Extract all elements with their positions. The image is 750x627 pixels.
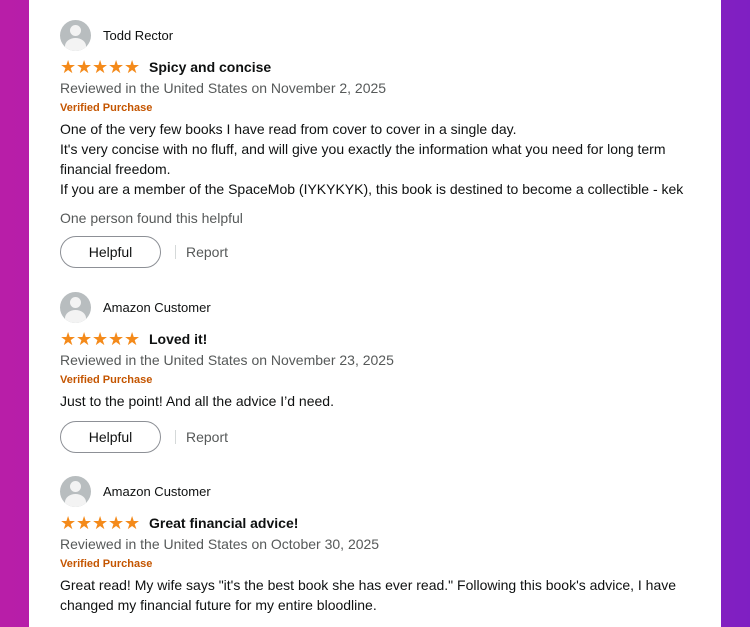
star-icon: ★ bbox=[60, 57, 77, 77]
review-date: Reviewed in the United States on Novembe… bbox=[60, 80, 387, 96]
review-item: Amazon Customer ★ ★ ★ ★ ★ Loved it! Reviewed… bbox=[60, 291, 700, 453]
helpful-count: One person found this helpful bbox=[60, 210, 243, 226]
star-icon: ★ bbox=[124, 329, 141, 349]
review-body-line: It's very concise with no fluff, and wil… bbox=[60, 141, 666, 177]
helpful-button[interactable]: Helpful bbox=[60, 421, 161, 453]
star-icon: ★ bbox=[92, 57, 109, 77]
review-body-line: One of the very few books I have read fr… bbox=[60, 121, 517, 137]
review-body: Just to the point! And all the advice I’… bbox=[60, 391, 700, 411]
report-link[interactable]: Report bbox=[186, 429, 228, 445]
review-body: One of the very few books I have read fr… bbox=[60, 119, 700, 199]
reviewer-profile[interactable]: Amazon Customer bbox=[60, 475, 700, 507]
star-icon: ★ bbox=[108, 513, 125, 533]
review-body-line: Just to the point! And all the advice I’… bbox=[60, 393, 334, 409]
reviewer-name[interactable]: Amazon Customer bbox=[103, 300, 211, 315]
star-icon: ★ bbox=[76, 329, 93, 349]
review-date: Reviewed in the United States on Novembe… bbox=[60, 352, 394, 368]
review-body-line: If you are a member of the SpaceMob (IYK… bbox=[60, 181, 684, 197]
reviews-panel: Todd Rector ★ ★ ★ ★ ★ Spicy and concise Revi… bbox=[29, 0, 721, 627]
review-item: Todd Rector ★ ★ ★ ★ ★ Spicy and concise Revi… bbox=[60, 19, 700, 268]
reviewer-name[interactable]: Amazon Customer bbox=[103, 484, 211, 499]
star-icon: ★ bbox=[108, 329, 125, 349]
verified-purchase-badge[interactable]: Verified Purchase bbox=[60, 370, 700, 390]
star-icon: ★ bbox=[124, 57, 141, 77]
star-icon: ★ bbox=[92, 329, 109, 349]
star-rating[interactable]: ★ ★ ★ ★ ★ bbox=[60, 330, 140, 348]
report-link[interactable]: Report bbox=[186, 244, 228, 260]
reviewer-name[interactable]: Todd Rector bbox=[103, 28, 173, 43]
user-avatar-icon bbox=[60, 19, 91, 51]
star-icon: ★ bbox=[108, 57, 125, 77]
review-title[interactable]: Great financial advice! bbox=[149, 515, 298, 531]
divider bbox=[175, 430, 176, 444]
user-avatar-icon bbox=[60, 475, 91, 507]
review-item: Amazon Customer ★ ★ ★ ★ ★ Great financial ad… bbox=[60, 475, 700, 615]
star-rating[interactable]: ★ ★ ★ ★ ★ bbox=[60, 58, 140, 76]
verified-purchase-badge[interactable]: Verified Purchase bbox=[60, 98, 700, 118]
star-rating[interactable]: ★ ★ ★ ★ ★ bbox=[60, 514, 140, 532]
star-icon: ★ bbox=[60, 513, 77, 533]
review-date: Reviewed in the United States on October… bbox=[60, 536, 380, 552]
star-icon: ★ bbox=[76, 513, 93, 533]
review-title[interactable]: Loved it! bbox=[149, 331, 207, 347]
star-icon: ★ bbox=[92, 513, 109, 533]
helpful-button[interactable]: Helpful bbox=[60, 236, 161, 268]
reviewer-profile[interactable]: Amazon Customer bbox=[60, 291, 700, 323]
review-body-line: Great read! My wife says "it's the best … bbox=[60, 577, 677, 613]
star-icon: ★ bbox=[124, 513, 141, 533]
star-icon: ★ bbox=[76, 57, 93, 77]
reviewer-profile[interactable]: Todd Rector bbox=[60, 19, 700, 51]
user-avatar-icon bbox=[60, 291, 91, 323]
divider bbox=[175, 245, 176, 259]
star-icon: ★ bbox=[60, 329, 77, 349]
verified-purchase-badge[interactable]: Verified Purchase bbox=[60, 554, 700, 574]
review-body: Great read! My wife says "it's the best … bbox=[60, 575, 700, 615]
review-title[interactable]: Spicy and concise bbox=[149, 59, 271, 75]
